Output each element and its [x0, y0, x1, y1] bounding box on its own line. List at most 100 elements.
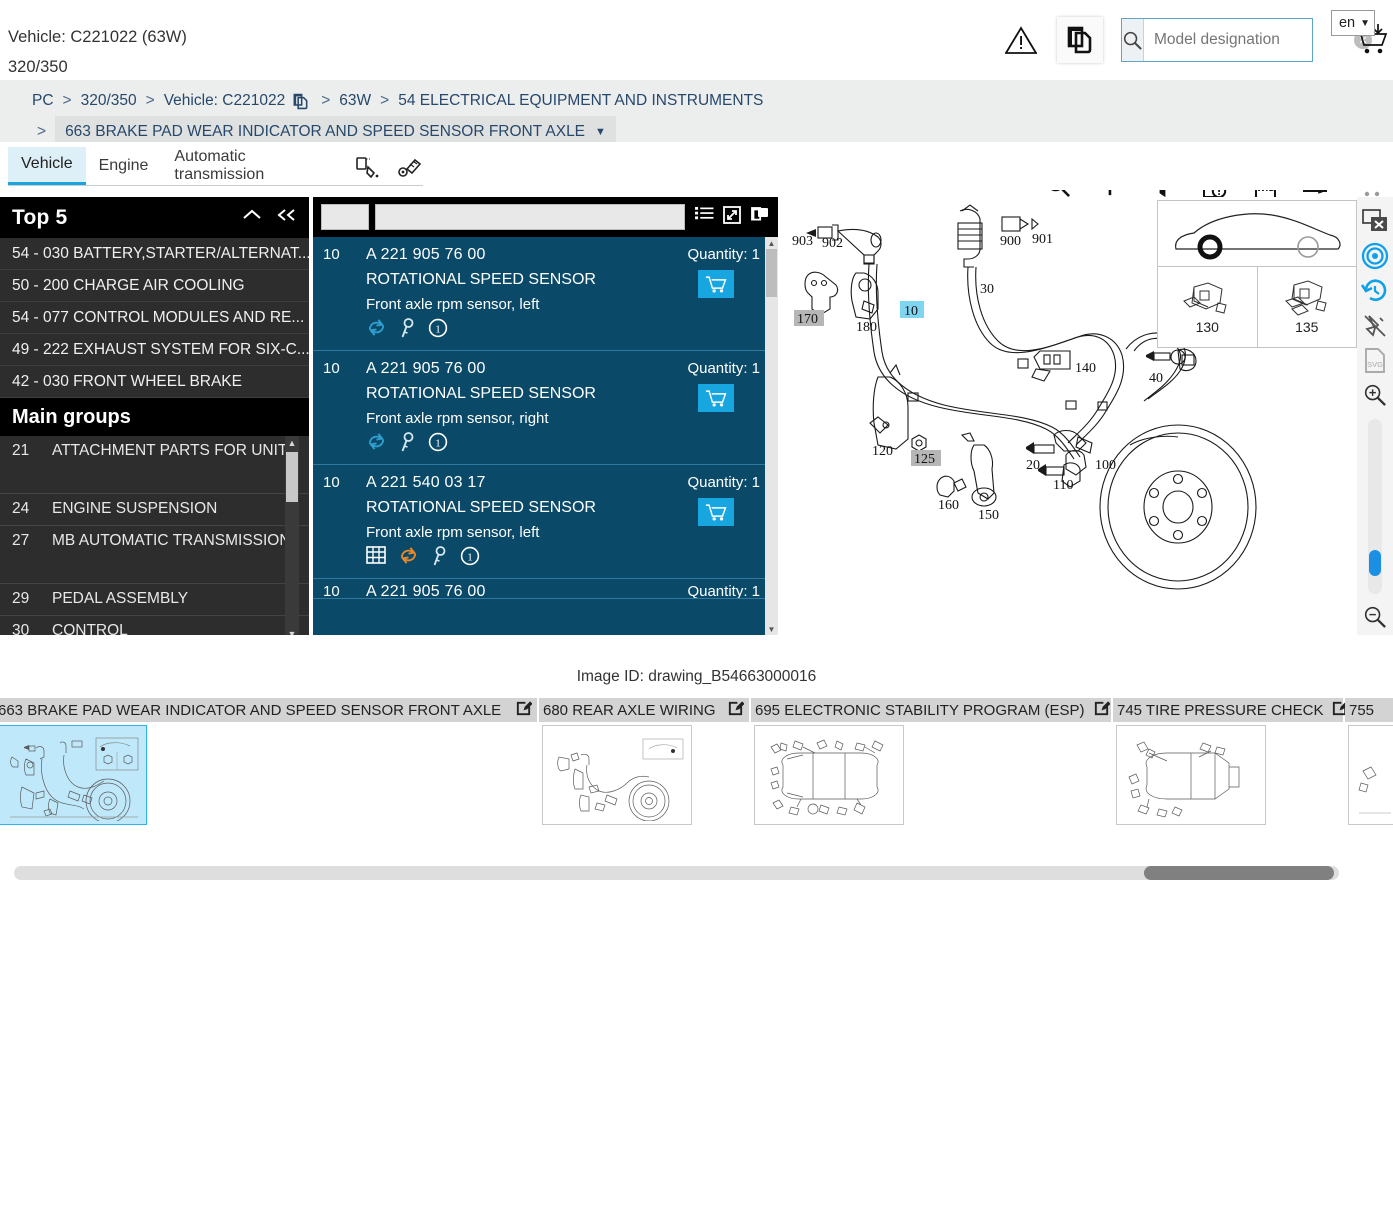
- top-header: Vehicle: C221022 (63W) 320/350 ✕: [0, 0, 1393, 80]
- zoom-slider[interactable]: [1368, 419, 1382, 594]
- scrollbar-thumb[interactable]: [286, 452, 298, 502]
- thumbnail-item[interactable]: 695 ELECTRONIC STABILITY PROGRAM (ESP): [751, 698, 1113, 825]
- top5-item[interactable]: 54 - 030 BATTERY,STARTER/ALTERNAT...: [0, 238, 309, 270]
- svg-export-icon[interactable]: SVG: [1358, 343, 1392, 378]
- main-group-label: MB AUTOMATIC TRANSMISSION: [52, 532, 291, 549]
- part-row[interactable]: 10 A 221 905 76 00 Quantity: 1: [313, 579, 778, 599]
- main-groups-list: 21 ATTACHMENT PARTS FOR UNITS 24 ENGINE …: [0, 436, 309, 635]
- thumbnail-image[interactable]: [542, 725, 692, 825]
- scroll-up-icon[interactable]: ▲: [765, 237, 778, 249]
- breadcrumb-item-vehicle[interactable]: Vehicle: C221022: [162, 88, 288, 114]
- expand-icon[interactable]: [723, 205, 741, 229]
- scrollbar-thumb[interactable]: [1144, 866, 1334, 880]
- thumbnail-label[interactable]: 755: [1345, 698, 1393, 722]
- scroll-down-icon[interactable]: ▼: [285, 627, 299, 635]
- paint-code-icon[interactable]: [355, 156, 381, 185]
- thumbnail-item[interactable]: 745 TIRE PRESSURE CHECK: [1113, 698, 1350, 825]
- drawing-viewer[interactable]: 903 902 900 901 30 180 140 40 120 20 110…: [778, 197, 1393, 635]
- breadcrumb-copy-icon[interactable]: [292, 93, 309, 110]
- part-row[interactable]: 10 A 221 905 76 00 ROTATIONAL SPEED SENS…: [313, 237, 778, 351]
- collapse-left-icon[interactable]: [275, 207, 299, 228]
- part-number: A 221 905 76 00: [366, 360, 486, 377]
- info-circle-icon[interactable]: 1: [428, 432, 448, 457]
- thumbnail-label[interactable]: 680 REAR AXLE WIRING: [539, 698, 751, 722]
- thumbnail-image[interactable]: [754, 725, 904, 825]
- part-row[interactable]: 10 A 221 905 76 00 ROTATIONAL SPEED SENS…: [313, 351, 778, 465]
- zoom-in-icon[interactable]: [1358, 378, 1392, 413]
- top5-item[interactable]: 49 - 222 EXHAUST SYSTEM FOR SIX-C...: [0, 334, 309, 366]
- warning-triangle-icon[interactable]: [999, 18, 1043, 62]
- thumbnail-item[interactable]: 663 BRAKE PAD WEAR INDICATOR AND SPEED S…: [0, 698, 539, 825]
- scroll-down-icon[interactable]: ▼: [765, 623, 778, 635]
- thumbnail-image[interactable]: [1348, 725, 1393, 825]
- add-to-cart-button[interactable]: [698, 384, 734, 412]
- search-icon[interactable]: [1122, 19, 1144, 61]
- model-designation-search[interactable]: ✕: [1121, 18, 1372, 62]
- locator-cell-135[interactable]: 135: [1258, 267, 1357, 347]
- main-group-item-27[interactable]: 27 MB AUTOMATIC TRANSMISSION: [0, 526, 309, 584]
- top5-actions: [241, 207, 299, 228]
- replacement-icon[interactable]: [366, 432, 387, 456]
- thumbnail-label[interactable]: 745 TIRE PRESSURE CHECK: [1113, 698, 1350, 722]
- zoom-slider-handle[interactable]: [1369, 550, 1381, 576]
- thumbnail-title: 680 REAR AXLE WIRING: [543, 701, 716, 719]
- tab-vehicle[interactable]: Vehicle: [8, 147, 86, 185]
- main-groups-scrollbar[interactable]: ▲ ▼: [285, 436, 299, 635]
- part-row[interactable]: 10 A 221 540 03 17 ROTATIONAL SPEED SENS…: [313, 465, 778, 579]
- parts-list-scrollbar[interactable]: ▲ ▼: [765, 237, 778, 635]
- vehicle-locator-card[interactable]: 130 135: [1157, 200, 1357, 348]
- breadcrumb-item-model[interactable]: 320/350: [79, 88, 139, 114]
- top5-item[interactable]: 50 - 200 CHARGE AIR COOLING: [0, 270, 309, 302]
- replacement-icon[interactable]: [398, 546, 419, 570]
- language-selector[interactable]: en ▼: [1330, 10, 1375, 36]
- main-group-item-30[interactable]: 30 CONTROL: [0, 616, 309, 635]
- language-label: en: [1338, 15, 1356, 31]
- thumbnail-strip[interactable]: 663 BRAKE PAD WEAR INDICATOR AND SPEED S…: [0, 698, 1393, 838]
- info-circle-icon[interactable]: 1: [460, 546, 480, 571]
- key-icon[interactable]: [399, 431, 416, 457]
- edit-icon[interactable]: [727, 700, 745, 721]
- parts-filter-box[interactable]: [321, 204, 369, 230]
- detach-window-icon[interactable]: [750, 206, 770, 229]
- key-icon[interactable]: [399, 317, 416, 343]
- thumbnail-label[interactable]: 695 ELECTRONIC STABILITY PROGRAM (ESP): [751, 698, 1113, 722]
- thumbnail-item[interactable]: 680 REAR AXLE WIRING: [539, 698, 751, 825]
- copy-documents-icon[interactable]: [1057, 17, 1103, 63]
- locator-cell-130[interactable]: 130: [1158, 267, 1258, 347]
- parts-panel-input[interactable]: [375, 204, 685, 230]
- close-window-icon[interactable]: [1358, 203, 1392, 238]
- model-designation-input[interactable]: [1144, 19, 1354, 61]
- top5-item[interactable]: 54 - 077 CONTROL MODULES AND RE...: [0, 302, 309, 334]
- main-group-item-21[interactable]: 21 ATTACHMENT PARTS FOR UNITS: [0, 436, 309, 494]
- thumbnail-image[interactable]: [0, 725, 147, 825]
- thumbnail-label[interactable]: 663 BRAKE PAD WEAR INDICATOR AND SPEED S…: [0, 698, 539, 722]
- zoom-out-icon[interactable]: [1358, 600, 1392, 635]
- scrollbar-thumb[interactable]: [766, 249, 777, 297]
- target-hotspot-icon[interactable]: [1358, 238, 1392, 273]
- thumbnail-item[interactable]: 755: [1345, 698, 1393, 825]
- edit-icon[interactable]: [515, 700, 533, 721]
- key-icon[interactable]: [431, 545, 448, 571]
- tab-automatic-transmission[interactable]: Automatic transmission: [161, 147, 345, 185]
- replacement-icon[interactable]: [366, 318, 387, 342]
- thumbnail-image[interactable]: [1116, 725, 1266, 825]
- info-circle-icon[interactable]: 1: [428, 318, 448, 343]
- history-undo-icon[interactable]: [1358, 273, 1392, 308]
- unpin-icon[interactable]: [1358, 308, 1392, 343]
- add-to-cart-button[interactable]: [698, 498, 734, 526]
- add-to-cart-button[interactable]: [698, 270, 734, 298]
- edit-icon[interactable]: [1093, 700, 1111, 721]
- table-grid-icon[interactable]: [366, 546, 386, 570]
- collapse-up-icon[interactable]: [241, 207, 263, 228]
- breadcrumb-item-group[interactable]: 54 ELECTRICAL EQUIPMENT AND INSTRUMENTS: [396, 88, 765, 114]
- top5-item[interactable]: 42 - 030 FRONT WHEEL BRAKE: [0, 366, 309, 398]
- main-group-item-29[interactable]: 29 PEDAL ASSEMBLY: [0, 584, 309, 616]
- list-view-icon[interactable]: [695, 206, 714, 228]
- tab-engine[interactable]: Engine: [86, 147, 162, 185]
- scroll-up-icon[interactable]: ▲: [285, 436, 299, 450]
- thumbnail-strip-scrollbar[interactable]: [14, 866, 1339, 880]
- breadcrumb-item-series[interactable]: 63W: [337, 88, 373, 114]
- equipment-code-icon[interactable]: [397, 156, 423, 185]
- breadcrumb-item-pc[interactable]: PC: [30, 88, 56, 114]
- main-group-item-24[interactable]: 24 ENGINE SUSPENSION: [0, 494, 309, 526]
